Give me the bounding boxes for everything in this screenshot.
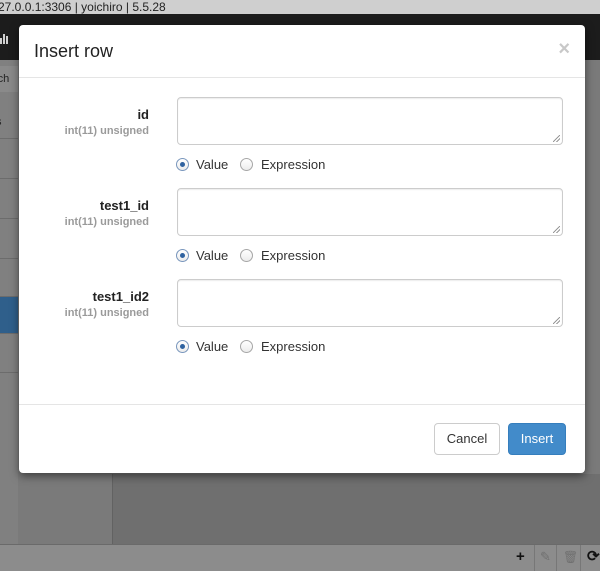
field-type-test1-id2: int(11) unsigned xyxy=(64,307,149,319)
insert-button[interactable]: Insert xyxy=(508,423,566,455)
sidebar-row[interactable] xyxy=(0,334,18,373)
window-title: 27.0.0.1:3306 | yoichiro | 5.5.28 xyxy=(0,0,166,14)
test1-id2-value-input[interactable] xyxy=(177,279,563,327)
sidebar-row-selected[interactable] xyxy=(0,297,18,334)
value-radio-label[interactable]: Value xyxy=(196,339,228,354)
sidebar-row[interactable] xyxy=(0,180,18,219)
search-placeholder: rch xyxy=(0,73,10,85)
dialog-title: Insert row xyxy=(34,41,114,61)
trash-icon[interactable]: 🗑 xyxy=(563,547,578,567)
value-radio[interactable] xyxy=(176,249,189,262)
value-radio-label[interactable]: Value xyxy=(196,157,228,172)
field-label-test1-id2: test1_id2 xyxy=(92,289,149,304)
sidebar-label: s xyxy=(0,116,2,128)
value-radio-label[interactable]: Value xyxy=(196,248,228,263)
refresh-icon[interactable]: ⟳ xyxy=(587,547,600,567)
sidebar-row[interactable] xyxy=(0,220,18,259)
expression-radio-label[interactable]: Expression xyxy=(261,157,325,172)
cancel-button[interactable]: Cancel xyxy=(434,423,500,455)
sidebar-search-input[interactable]: rch xyxy=(0,66,18,92)
add-row-icon[interactable]: + xyxy=(516,547,525,567)
value-radio[interactable] xyxy=(176,340,189,353)
expression-radio[interactable] xyxy=(240,158,253,171)
sidebar-row[interactable] xyxy=(0,100,18,139)
sidebar-row[interactable] xyxy=(0,258,18,297)
id-value-input[interactable] xyxy=(177,97,563,145)
resize-grip-icon[interactable] xyxy=(553,317,560,324)
expression-radio[interactable] xyxy=(240,249,253,262)
dialog-footer: Cancel Insert xyxy=(19,404,585,474)
field-label-id: id xyxy=(137,107,149,122)
bar-chart-icon[interactable] xyxy=(0,30,10,44)
resize-grip-icon[interactable] xyxy=(553,135,560,142)
window-title-bar: 27.0.0.1:3306 | yoichiro | 5.5.28 xyxy=(0,0,600,14)
field-type-test1-id: int(11) unsigned xyxy=(64,216,149,228)
close-icon[interactable]: × xyxy=(558,39,570,59)
field-label-test1-id: test1_id xyxy=(99,198,149,213)
sidebar xyxy=(0,60,18,555)
value-radio[interactable] xyxy=(176,158,189,171)
field-type-id: int(11) unsigned xyxy=(64,125,149,137)
insert-row-dialog: Insert row × id int(11) unsigned Value E… xyxy=(19,25,585,473)
bottom-toolbar: + ✎ 🗑 ⟳ xyxy=(0,544,600,571)
content-panel xyxy=(112,474,600,544)
expression-radio-label[interactable]: Expression xyxy=(261,248,325,263)
edit-pencil-icon[interactable]: ✎ xyxy=(540,547,551,567)
sidebar-row[interactable] xyxy=(0,140,18,179)
expression-radio-label[interactable]: Expression xyxy=(261,339,325,354)
resize-grip-icon[interactable] xyxy=(553,226,560,233)
test1-id-value-input[interactable] xyxy=(177,188,563,236)
dialog-header: Insert row × xyxy=(19,25,585,78)
expression-radio[interactable] xyxy=(240,340,253,353)
